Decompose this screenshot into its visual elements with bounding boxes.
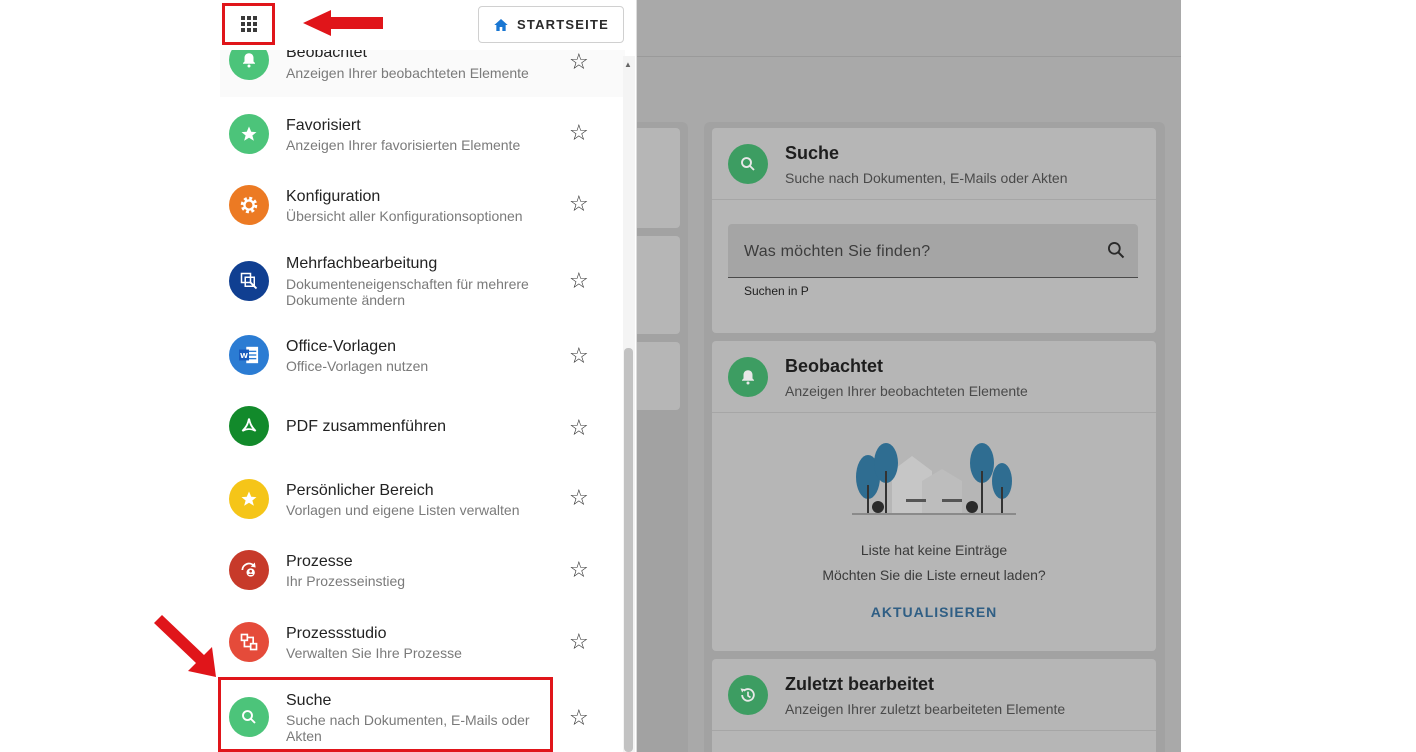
annotation-arrow-down-right-icon <box>154 615 216 677</box>
annotation-highlight-box <box>218 677 553 752</box>
drawer-item-konfiguration[interactable]: Konfiguration Übersicht aller Konfigurat… <box>220 167 625 239</box>
drawer-item-subtitle: Übersicht aller Konfigurationsoptionen <box>286 208 523 224</box>
word-icon: W <box>229 335 269 375</box>
reload-button[interactable]: AKTUALISIEREN <box>712 604 1156 620</box>
bell-icon <box>229 46 269 80</box>
search-card-header: Suche Suche nach Dokumenten, E-Mails ode… <box>712 128 1156 200</box>
drawer-item-title: Prozessstudio <box>286 625 387 642</box>
search-icon[interactable] <box>1106 240 1126 265</box>
drawer-item-subtitle: Anzeigen Ihrer beobachteten Elemente <box>286 65 529 81</box>
drawer-list: Beobachtet Anzeigen Ihrer beobachteten E… <box>220 46 625 752</box>
gear-icon <box>229 185 269 225</box>
empty-state-illustration <box>852 443 1016 515</box>
watched-card-subtitle: Anzeigen Ihrer beobachteten Elemente <box>785 383 1028 399</box>
grid-icon <box>240 16 257 32</box>
drawer-item-title: PDF zusammenführen <box>286 418 447 435</box>
search-input[interactable]: Was möchten Sie finden? <box>728 224 1138 278</box>
star-outline-icon[interactable]: ☆ <box>569 268 589 294</box>
pdf-icon <box>229 406 269 446</box>
recent-card-subtitle: Anzeigen Ihrer zuletzt bearbeiteten Elem… <box>785 701 1066 717</box>
search-scope-hint: Suchen in P <box>744 284 809 298</box>
home-button[interactable]: STARTSEITE <box>478 6 624 43</box>
reload-question: Möchten Sie die Liste erneut laden? <box>822 567 1046 583</box>
watched-card-header: Beobachtet Anzeigen Ihrer beobachteten E… <box>712 341 1156 413</box>
drawer-item-title: Persönlicher Bereich <box>286 482 434 499</box>
drawer-item-beobachtet[interactable]: Beobachtet Anzeigen Ihrer beobachteten E… <box>220 46 625 97</box>
drawer-item-subtitle: Ihr Prozesseinstieg <box>286 573 406 589</box>
recent-card-title: Zuletzt bearbeitet <box>785 674 935 694</box>
watched-card: Beobachtet Anzeigen Ihrer beobachteten E… <box>712 341 1156 651</box>
drawer-item-prozesse[interactable]: Prozesse Ihr Prozesseinstieg ☆ <box>220 531 625 603</box>
home-button-label: STARTSEITE <box>517 17 609 32</box>
star-icon <box>229 479 269 519</box>
star-outline-icon[interactable]: ☆ <box>569 557 589 583</box>
drawer-item-favorisiert[interactable]: Favorisiert Anzeigen Ihrer favorisierten… <box>220 97 625 167</box>
star-outline-icon[interactable]: ☆ <box>569 343 589 369</box>
recent-card-header: Zuletzt bearbeitet Anzeigen Ihrer zuletz… <box>712 659 1156 731</box>
drawer-item-title: Mehrfachbearbeitung <box>286 255 438 272</box>
scroll-up-arrow-icon[interactable]: ▲ <box>624 60 632 69</box>
app-grid-button[interactable] <box>222 3 275 45</box>
drawer-item-subtitle: Dokumenteneigenschaften für mehrere Doku… <box>286 276 529 308</box>
drawer-item-office-vorlagen[interactable]: W Office-Vorlagen Office-Vorlagen nutzen… <box>220 325 625 395</box>
search-icon <box>728 144 768 184</box>
drawer-item-mehrfachbearbeitung[interactable]: Mehrfachbearbeitung Dokumenteneigenschaf… <box>220 239 625 325</box>
drawer-item-subtitle: Verwalten Sie Ihre Prozesse <box>286 645 462 661</box>
star-outline-icon[interactable]: ☆ <box>569 191 589 217</box>
drawer-item-subtitle: Anzeigen Ihrer favorisierten Elemente <box>286 137 521 153</box>
search-card: Suche Suche nach Dokumenten, E-Mails ode… <box>712 128 1156 333</box>
star-outline-icon[interactable]: ☆ <box>569 485 589 511</box>
star-icon <box>229 114 269 154</box>
star-outline-icon[interactable]: ☆ <box>569 120 589 146</box>
recent-card: Zuletzt bearbeitet Anzeigen Ihrer zuletz… <box>712 659 1156 752</box>
empty-list-text: Liste hat keine Einträge <box>860 542 1008 558</box>
workflow-icon <box>229 622 269 662</box>
process-icon <box>229 550 269 590</box>
search-card-subtitle: Suche nach Dokumenten, E-Mails oder Akte… <box>785 170 1068 186</box>
bell-icon <box>728 357 768 397</box>
search-card-title: Suche <box>785 143 840 163</box>
search-placeholder: Was möchten Sie finden? <box>744 243 931 260</box>
svg-text:W: W <box>240 351 248 360</box>
drawer-item-pdf-zusammenfuehren[interactable]: PDF zusammenführen ☆ <box>220 395 625 461</box>
drawer-item-subtitle: Vorlagen und eigene Listen verwalten <box>286 502 520 518</box>
drawer-item-subtitle: Office-Vorlagen nutzen <box>286 358 429 374</box>
scrollbar-thumb[interactable] <box>624 348 633 752</box>
star-outline-icon[interactable]: ☆ <box>569 705 589 731</box>
history-icon <box>728 675 768 715</box>
multi-edit-icon <box>229 261 269 301</box>
drawer-item-title: Favorisiert <box>286 117 361 134</box>
home-icon <box>494 18 508 31</box>
star-outline-icon[interactable]: ☆ <box>569 49 589 75</box>
annotation-arrow-left-icon <box>303 10 383 36</box>
drawer-item-prozessstudio[interactable]: Prozessstudio Verwalten Sie Ihre Prozess… <box>220 603 625 675</box>
drawer-item-title: Office-Vorlagen <box>286 338 396 355</box>
drawer-item-persoenlicher-bereich[interactable]: Persönlicher Bereich Vorlagen und eigene… <box>220 461 625 531</box>
watched-card-title: Beobachtet <box>785 356 884 376</box>
app-drawer: Beobachtet Anzeigen Ihrer beobachteten E… <box>220 0 637 752</box>
drawer-item-title: Konfiguration <box>286 188 381 205</box>
star-outline-icon[interactable]: ☆ <box>569 415 589 441</box>
drawer-item-title: Prozesse <box>286 553 353 570</box>
star-outline-icon[interactable]: ☆ <box>569 629 589 655</box>
